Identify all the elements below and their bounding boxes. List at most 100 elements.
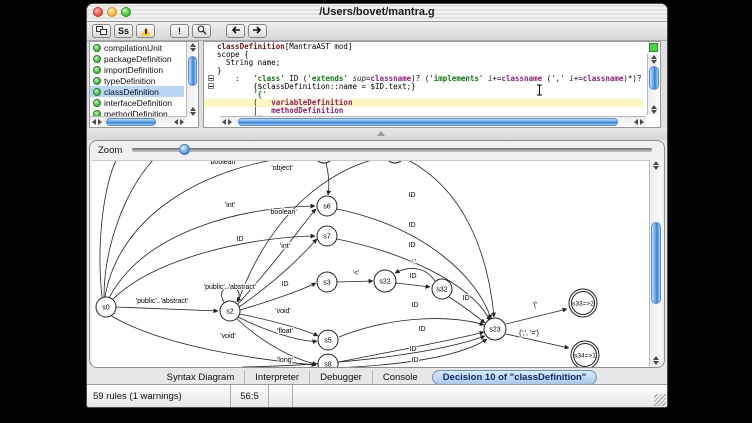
fold-toggle-icon[interactable]: [204, 83, 217, 91]
dfa-edge-label: ID: [412, 357, 419, 364]
dfa-state-label: s33=>2: [572, 300, 594, 307]
desktop-background: /Users/bovet/mantra.g Ss !: [0, 0, 752, 423]
dfa-edge-label: ID: [410, 273, 417, 280]
diagram-button[interactable]: [92, 24, 111, 38]
fold-gutter: [204, 99, 217, 107]
dfa-edge-label: 'long': [277, 357, 293, 364]
editor-code[interactable]: classDefinition[MantraAST mod]scope { St…: [204, 43, 642, 123]
dfa-state-label: s8: [324, 361, 332, 367]
dfa-edge-label: ',': [412, 259, 417, 266]
fold-gutter: [204, 115, 217, 123]
find-button[interactable]: [192, 24, 211, 38]
editor-horizontal-scrollbar[interactable]: [220, 116, 646, 127]
dfa-graph[interactable]: s0s2s6s7s3s5s8s22s32s23s33=>2s34=>1 'boo…: [92, 161, 650, 367]
title-bar[interactable]: /Users/bovet/mantra.g: [87, 4, 667, 22]
close-window-button[interactable]: [93, 7, 103, 17]
grammar-editor[interactable]: classDefinition[MantraAST mod]scope { St…: [203, 41, 661, 128]
dfa-state-label: s6: [323, 203, 331, 210]
dfa-state-label: s23: [489, 326, 500, 333]
status-bar: 59 rules (1 warnings) 56:5: [87, 384, 667, 407]
tab[interactable]: Decision 10 of "classDefinition": [432, 370, 598, 385]
code-line[interactable]: | methodDefinition: [204, 107, 642, 115]
dfa-state-label: s7: [323, 233, 331, 240]
zoom-window-button[interactable]: [121, 7, 131, 17]
rules-horizontal-scrollbar[interactable]: [90, 116, 186, 127]
rule-item[interactable]: interfaceDefinition: [90, 97, 184, 108]
parser-rule-icon: [93, 77, 101, 85]
rule-item[interactable]: classDefinition: [90, 86, 184, 97]
tab-bar: Syntax DiagramInterpreterDebuggerConsole…: [87, 369, 667, 385]
graph-vertical-scrollbar[interactable]: [649, 160, 662, 366]
status-rules-info: 59 rules (1 warnings): [87, 385, 231, 407]
parser-rule-icon: [93, 99, 101, 107]
zoom-slider-thumb[interactable]: [179, 144, 190, 155]
dfa-edge-label: 'public'..'abstract': [204, 284, 256, 291]
console-button[interactable]: !: [170, 24, 189, 38]
zoom-row: Zoom: [90, 141, 664, 159]
rule-label: importDefinition: [104, 65, 163, 75]
minimize-window-button[interactable]: [107, 7, 117, 17]
colorize-button[interactable]: Ss: [114, 24, 133, 38]
dfa-edge-label: ID: [419, 326, 426, 333]
dfa-edge-label: 'boolean': [269, 209, 297, 216]
dfa-state-label: s34=>1: [574, 352, 596, 359]
dfa-state-label: s32: [436, 286, 447, 293]
tab[interactable]: Debugger: [309, 371, 372, 384]
forward-button[interactable]: [248, 24, 267, 38]
rule-label: compilationUnit: [104, 43, 162, 53]
fold-toggle-icon[interactable]: [204, 75, 217, 83]
tab[interactable]: Syntax Diagram: [157, 371, 245, 384]
dfa-edge-label: ID: [409, 222, 416, 229]
code-line[interactable]: String name;: [204, 59, 642, 67]
dfa-edge-label: {';', '='}: [519, 330, 540, 337]
rule-label: classDefinition: [104, 87, 159, 97]
rule-label: typeDefinition: [104, 76, 156, 86]
dfa-edge-label: 'object': [271, 165, 292, 172]
diagram-icon: [96, 26, 107, 37]
status-empty-cell: [269, 385, 293, 407]
resize-grip[interactable]: [654, 394, 666, 406]
back-button[interactable]: [226, 24, 245, 38]
status-caret-position: 56:5: [231, 385, 269, 407]
dfa-state-label: s2: [226, 308, 234, 315]
fold-gutter: [204, 59, 217, 67]
rules-list: compilationUnitpackageDefinitionimportDe…: [90, 42, 184, 117]
dfa-edge-label: 'void': [220, 333, 236, 340]
rule-item[interactable]: compilationUnit: [90, 42, 184, 53]
split-collapse-handle[interactable]: [377, 131, 385, 136]
dfa-state-label: s22: [379, 278, 390, 285]
code-line[interactable]: {$classDefinition::name = $ID.text;}: [204, 83, 642, 91]
fold-gutter: [204, 43, 217, 51]
forward-arrow-icon: [252, 26, 263, 36]
tab[interactable]: Interpreter: [244, 371, 309, 384]
dfa-edge-label: '<': [353, 270, 360, 277]
parser-rule-icon: [93, 88, 101, 96]
fold-gutter: [204, 91, 217, 99]
rule-item[interactable]: packageDefinition: [90, 53, 184, 64]
code-line[interactable]: classDefinition[MantraAST mod]: [204, 43, 642, 51]
editor-vertical-scrollbar[interactable]: [647, 54, 660, 115]
rule-label: packageDefinition: [104, 54, 172, 64]
zoom-slider[interactable]: [132, 148, 652, 152]
dfa-graph-canvas[interactable]: s0s2s6s7s3s5s8s22s32s23s33=>2s34=>1 'boo…: [92, 160, 650, 367]
parser-rule-icon: [93, 44, 101, 52]
dfa-edge-label: 'public'..'abstract': [136, 298, 188, 305]
rules-vertical-scrollbar[interactable]: [186, 42, 198, 117]
dfa-state-label: s5: [324, 337, 332, 344]
dfa-state-label: s0: [102, 304, 110, 311]
tab[interactable]: Console: [372, 371, 428, 384]
dfa-edge-label: ID: [410, 346, 417, 353]
dfa-edge-label: ID: [463, 295, 470, 302]
dfa-edge-label: ID: [409, 242, 416, 249]
warnings-button[interactable]: [136, 24, 155, 38]
dfa-edge-label: 'boolean': [209, 161, 237, 166]
fold-gutter: [204, 67, 217, 75]
dfa-state: [385, 161, 405, 163]
rule-item[interactable]: typeDefinition: [90, 75, 184, 86]
app-window: /Users/bovet/mantra.g Ss !: [86, 3, 668, 408]
rule-item[interactable]: importDefinition: [90, 64, 184, 75]
fold-gutter: [204, 51, 217, 59]
split-divider[interactable]: [87, 128, 667, 140]
parser-rule-icon: [93, 66, 101, 74]
fold-gutter: [204, 107, 217, 115]
